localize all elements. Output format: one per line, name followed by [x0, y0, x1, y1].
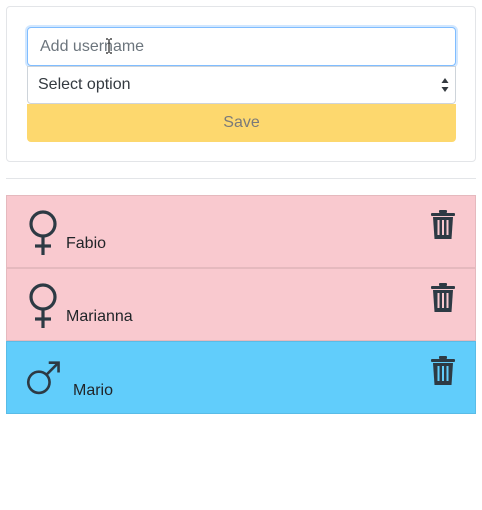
user-row: Fabio	[6, 195, 476, 269]
add-user-form: Select option Save	[6, 6, 476, 162]
trash-icon[interactable]	[430, 356, 456, 386]
trash-icon[interactable]	[430, 283, 456, 313]
user-name: Marianna	[66, 308, 133, 325]
save-button[interactable]: Save	[27, 104, 456, 142]
user-row: Mario	[6, 341, 476, 414]
user-row: Marianna	[6, 268, 476, 341]
gender-select-value: Select option	[38, 76, 131, 93]
trash-icon[interactable]	[430, 210, 456, 240]
username-input[interactable]	[27, 27, 456, 66]
divider	[6, 178, 476, 179]
text-cursor-icon	[106, 38, 112, 54]
venus-icon	[29, 283, 57, 328]
user-name: Fabio	[66, 235, 107, 252]
gender-select[interactable]: Select option	[27, 66, 456, 104]
user-list: Fabio Marianna Mario	[6, 195, 476, 414]
mars-icon	[26, 361, 60, 395]
select-arrows-icon	[441, 78, 449, 92]
venus-icon	[29, 210, 57, 255]
user-name: Mario	[73, 382, 114, 399]
